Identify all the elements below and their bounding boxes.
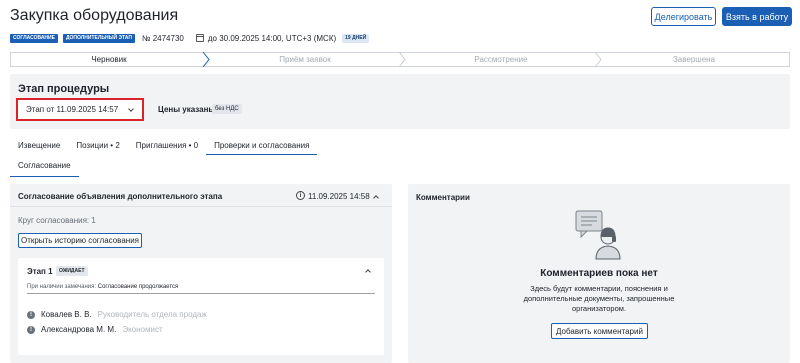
step-completed: Завершена bbox=[672, 55, 716, 64]
procedure-number: № 2474730 bbox=[141, 33, 184, 43]
procedure-stepper: Черновик Приём заявок Рассмотрение Завер… bbox=[10, 52, 790, 67]
tabs: Извещение Позиции • 2 Приглашения • 0 Пр… bbox=[10, 137, 318, 155]
approval-title: Согласование объявления дополнительного … bbox=[18, 192, 223, 201]
chevron-up-icon[interactable] bbox=[373, 195, 379, 201]
procedure-meta: СОГЛАСОВАНИЕ ДОПОЛНИТЕЛЬНЫЙ ЭТАП № 24747… bbox=[10, 33, 370, 43]
comments-empty-title: Комментариев пока нет bbox=[540, 268, 658, 279]
stage-title: Этап процедуры bbox=[18, 83, 110, 95]
remark-value: Согласование продолжается bbox=[97, 284, 179, 290]
divider bbox=[10, 206, 392, 207]
stage-panel: Этап процедуры Этап от 11.09.2025 14:57 … bbox=[10, 74, 790, 129]
approver-row: ! Ковалев В. В. Руководитель отдела прод… bbox=[27, 310, 207, 319]
stage-name: Этап 1 bbox=[27, 267, 53, 276]
approval-date: 11.09.2025 14:58 bbox=[308, 192, 370, 201]
tab-checks-approvals[interactable]: Проверки и согласования bbox=[206, 137, 318, 155]
take-to-work-button[interactable]: Взять в работу bbox=[722, 7, 792, 26]
remark-row: При наличии замечания: Согласование прод… bbox=[27, 284, 375, 294]
status-badge: ОЖИДАЕТ bbox=[56, 266, 88, 276]
chevron-up-icon[interactable] bbox=[365, 269, 371, 275]
approval-round: Круг согласования: 1 bbox=[18, 216, 96, 225]
tab-invitations[interactable]: Приглашения • 0 bbox=[128, 137, 206, 155]
approval-tag: СОГЛАСОВАНИЕ bbox=[10, 33, 58, 43]
subtab-approval[interactable]: Согласование bbox=[10, 158, 79, 177]
approver-row: ! Александрова М. М. Экономист bbox=[27, 325, 163, 334]
prices-label: Цены указаны: bbox=[158, 105, 218, 114]
approval-panel: Согласование объявления дополнительного … bbox=[10, 184, 392, 363]
comments-empty-desc: Здесь будут комментарии, пояснения и доп… bbox=[523, 284, 675, 313]
comments-title: Комментарии bbox=[416, 193, 470, 202]
pending-icon: ! bbox=[27, 325, 35, 334]
step-review: Рассмотрение bbox=[474, 55, 528, 64]
approver-role: Экономист bbox=[122, 325, 163, 334]
approver-role: Руководитель отдела продаж bbox=[97, 310, 207, 319]
pending-icon: ! bbox=[27, 310, 35, 319]
stage-select-value: Этап от 11.09.2025 14:57 bbox=[26, 105, 119, 114]
approver-name: Александрова М. М. bbox=[41, 325, 117, 334]
step-separator bbox=[594, 52, 602, 67]
comment-person-icon bbox=[575, 210, 621, 260]
open-history-button[interactable]: Открыть историю согласования bbox=[18, 233, 142, 248]
page-title: Закупка оборудования bbox=[10, 7, 179, 24]
chevron-down-icon bbox=[128, 106, 134, 112]
tab-positions[interactable]: Позиции • 2 bbox=[68, 137, 127, 155]
days-left-badge: 19 ДНЕЙ bbox=[342, 33, 370, 43]
remark-label: При наличии замечания: bbox=[27, 284, 97, 290]
step-draft: Черновик bbox=[11, 53, 207, 66]
calendar-icon bbox=[195, 34, 204, 42]
add-comment-button[interactable]: Добавить комментарий bbox=[551, 323, 648, 339]
delegate-button[interactable]: Делегировать bbox=[651, 7, 716, 26]
comments-panel: Комментарии Комментариев пока нет Здесь … bbox=[408, 184, 790, 363]
step-separator bbox=[202, 52, 210, 67]
step-accepting-bids: Приём заявок bbox=[279, 55, 331, 64]
extra-stage-tag: ДОПОЛНИТЕЛЬНЫЙ ЭТАП bbox=[62, 33, 135, 43]
vat-badge: без НДС bbox=[212, 104, 242, 114]
deadline-text: до 30.09.2025 14:00, UTC+3 (МСК) bbox=[207, 33, 337, 43]
info-icon: i bbox=[296, 191, 305, 200]
approval-stage-card: Этап 1 ОЖИДАЕТ При наличии замечания: Со… bbox=[18, 258, 384, 355]
stage-select[interactable]: Этап от 11.09.2025 14:57 bbox=[16, 98, 144, 121]
tab-notice[interactable]: Извещение bbox=[10, 137, 68, 155]
step-separator bbox=[398, 52, 406, 67]
approver-name: Ковалев В. В. bbox=[41, 310, 92, 319]
